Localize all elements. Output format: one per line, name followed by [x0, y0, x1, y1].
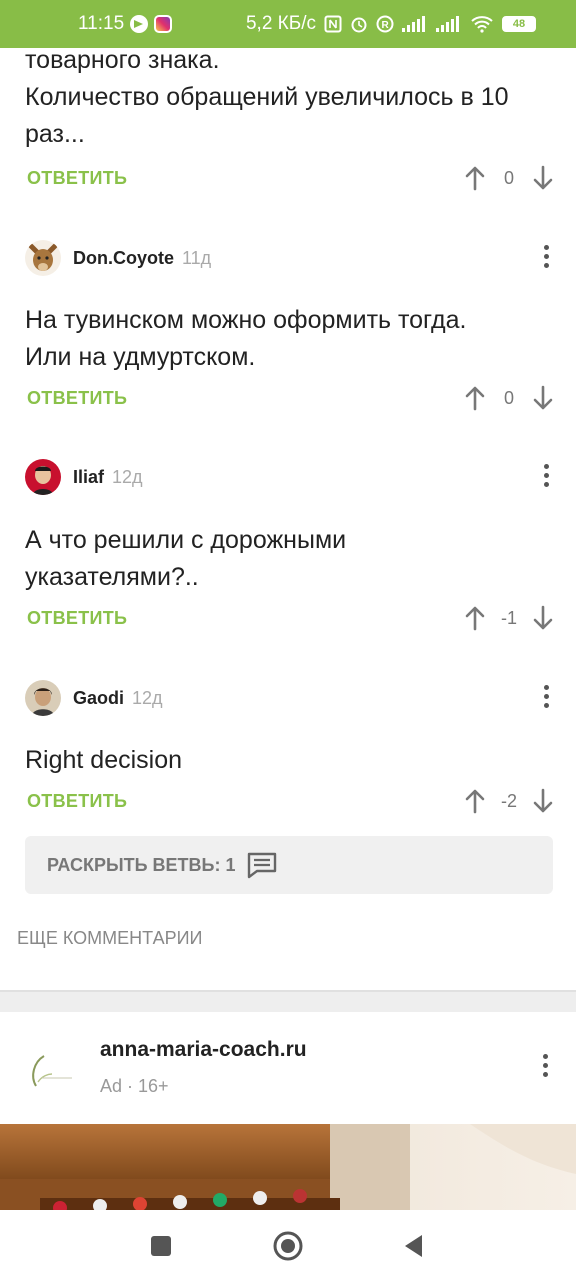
- battery-icon: 48: [502, 16, 536, 32]
- comment-line: указателями?..: [25, 563, 199, 591]
- recent-apps-icon[interactable]: [147, 1232, 175, 1260]
- vote-controls: -2: [464, 786, 554, 816]
- more-options-icon[interactable]: [541, 464, 551, 490]
- system-nav-bar: [0, 1210, 576, 1280]
- comment-body: На тувинском можно оформить тогда. Или н…: [25, 302, 467, 376]
- ad-domain[interactable]: anna-maria-coach.ru: [100, 1038, 307, 1062]
- avatar[interactable]: [25, 680, 61, 716]
- expand-branch-label: РАСКРЫТЬ ВЕТВЬ: 1: [47, 854, 236, 875]
- ad-logo: [22, 1042, 78, 1098]
- comment-bubble-icon: [248, 852, 277, 879]
- more-options-icon[interactable]: [540, 1054, 550, 1080]
- comment-age: 12д: [132, 687, 163, 708]
- author-name[interactable]: Gaodi: [73, 688, 124, 709]
- comment-header: Iliaf 12д: [25, 459, 555, 495]
- more-options-icon[interactable]: [541, 685, 551, 711]
- comment-age: 12д: [112, 466, 143, 487]
- comment-line: А что решили с дорожными: [25, 526, 347, 554]
- svg-text:R: R: [382, 20, 390, 31]
- upvote-icon[interactable]: [464, 385, 486, 411]
- more-comments-link[interactable]: ЕЩЕ КОММЕНТАРИИ: [17, 928, 202, 949]
- ad-header[interactable]: anna-maria-coach.ru Ad · 16+: [0, 1014, 576, 1124]
- downvote-icon[interactable]: [532, 788, 554, 814]
- reply-button[interactable]: ОТВЕТИТЬ: [27, 168, 127, 189]
- signal-icon: [436, 16, 459, 32]
- comment-line: Right decision: [25, 746, 183, 774]
- ad-label: Ad · 16+: [100, 1076, 169, 1096]
- avatar[interactable]: [25, 459, 61, 495]
- instagram-icon: [154, 15, 173, 33]
- status-time: 11:15: [78, 13, 125, 34]
- network-speed: 5,2 КБ/с: [245, 13, 316, 34]
- signal-icon: [402, 16, 425, 32]
- reply-button[interactable]: ОТВЕТИТЬ: [27, 791, 127, 812]
- nfc-icon: [324, 15, 342, 33]
- comment-age: 11д: [182, 247, 212, 268]
- comment-line: товарного знака.: [25, 48, 220, 74]
- comment-body: А что решили с дорожными указателями?..: [25, 522, 346, 596]
- vote-controls: 0: [464, 383, 554, 413]
- author-name[interactable]: Don.Coyote: [73, 248, 174, 269]
- comment-score: 0: [503, 387, 514, 408]
- upvote-icon[interactable]: [464, 605, 486, 631]
- alarm-icon: [351, 17, 367, 33]
- comment-line: Или на удмуртском.: [25, 343, 256, 371]
- comments-feed[interactable]: товарного знака. Количество обращений ув…: [0, 48, 576, 1210]
- downvote-icon[interactable]: [532, 385, 554, 411]
- comment-header: Don.Coyote 11д: [25, 240, 555, 276]
- ad-image[interactable]: [0, 1124, 576, 1210]
- roaming-icon: R: [376, 15, 394, 33]
- upvote-icon[interactable]: [464, 788, 486, 814]
- wifi-icon: [471, 16, 493, 33]
- downvote-icon[interactable]: [532, 605, 554, 631]
- reply-button[interactable]: ОТВЕТИТЬ: [27, 608, 127, 629]
- comment-line: Количество обращений увеличилось в 10: [25, 83, 509, 111]
- section-divider: [0, 990, 576, 1012]
- reply-button[interactable]: ОТВЕТИТЬ: [27, 388, 127, 409]
- avatar[interactable]: [25, 240, 61, 276]
- comment-score: -1: [500, 607, 517, 628]
- downvote-icon[interactable]: [532, 165, 554, 191]
- comment-line: На тувинском можно оформить тогда.: [25, 306, 467, 334]
- home-icon[interactable]: [272, 1230, 304, 1262]
- comment-body: Right decision: [25, 742, 182, 779]
- comment-score: -2: [500, 790, 517, 811]
- upvote-icon[interactable]: [464, 165, 486, 191]
- comment-line: раз...: [25, 120, 85, 148]
- expand-branch-button[interactable]: РАСКРЫТЬ ВЕТВЬ: 1: [25, 836, 553, 894]
- comment-header: Gaodi 12д: [25, 680, 555, 716]
- author-name[interactable]: Iliaf: [73, 467, 104, 488]
- comment-score: 0: [503, 167, 514, 188]
- telegram-icon: [130, 15, 149, 33]
- comment-body: товарного знака. Количество обращений ув…: [25, 48, 509, 153]
- status-bar: 11:15 5,2 КБ/с R 48: [0, 0, 576, 48]
- vote-controls: -1: [464, 603, 554, 633]
- back-icon[interactable]: [400, 1232, 428, 1260]
- vote-controls: 0: [464, 163, 554, 193]
- more-options-icon[interactable]: [541, 245, 551, 271]
